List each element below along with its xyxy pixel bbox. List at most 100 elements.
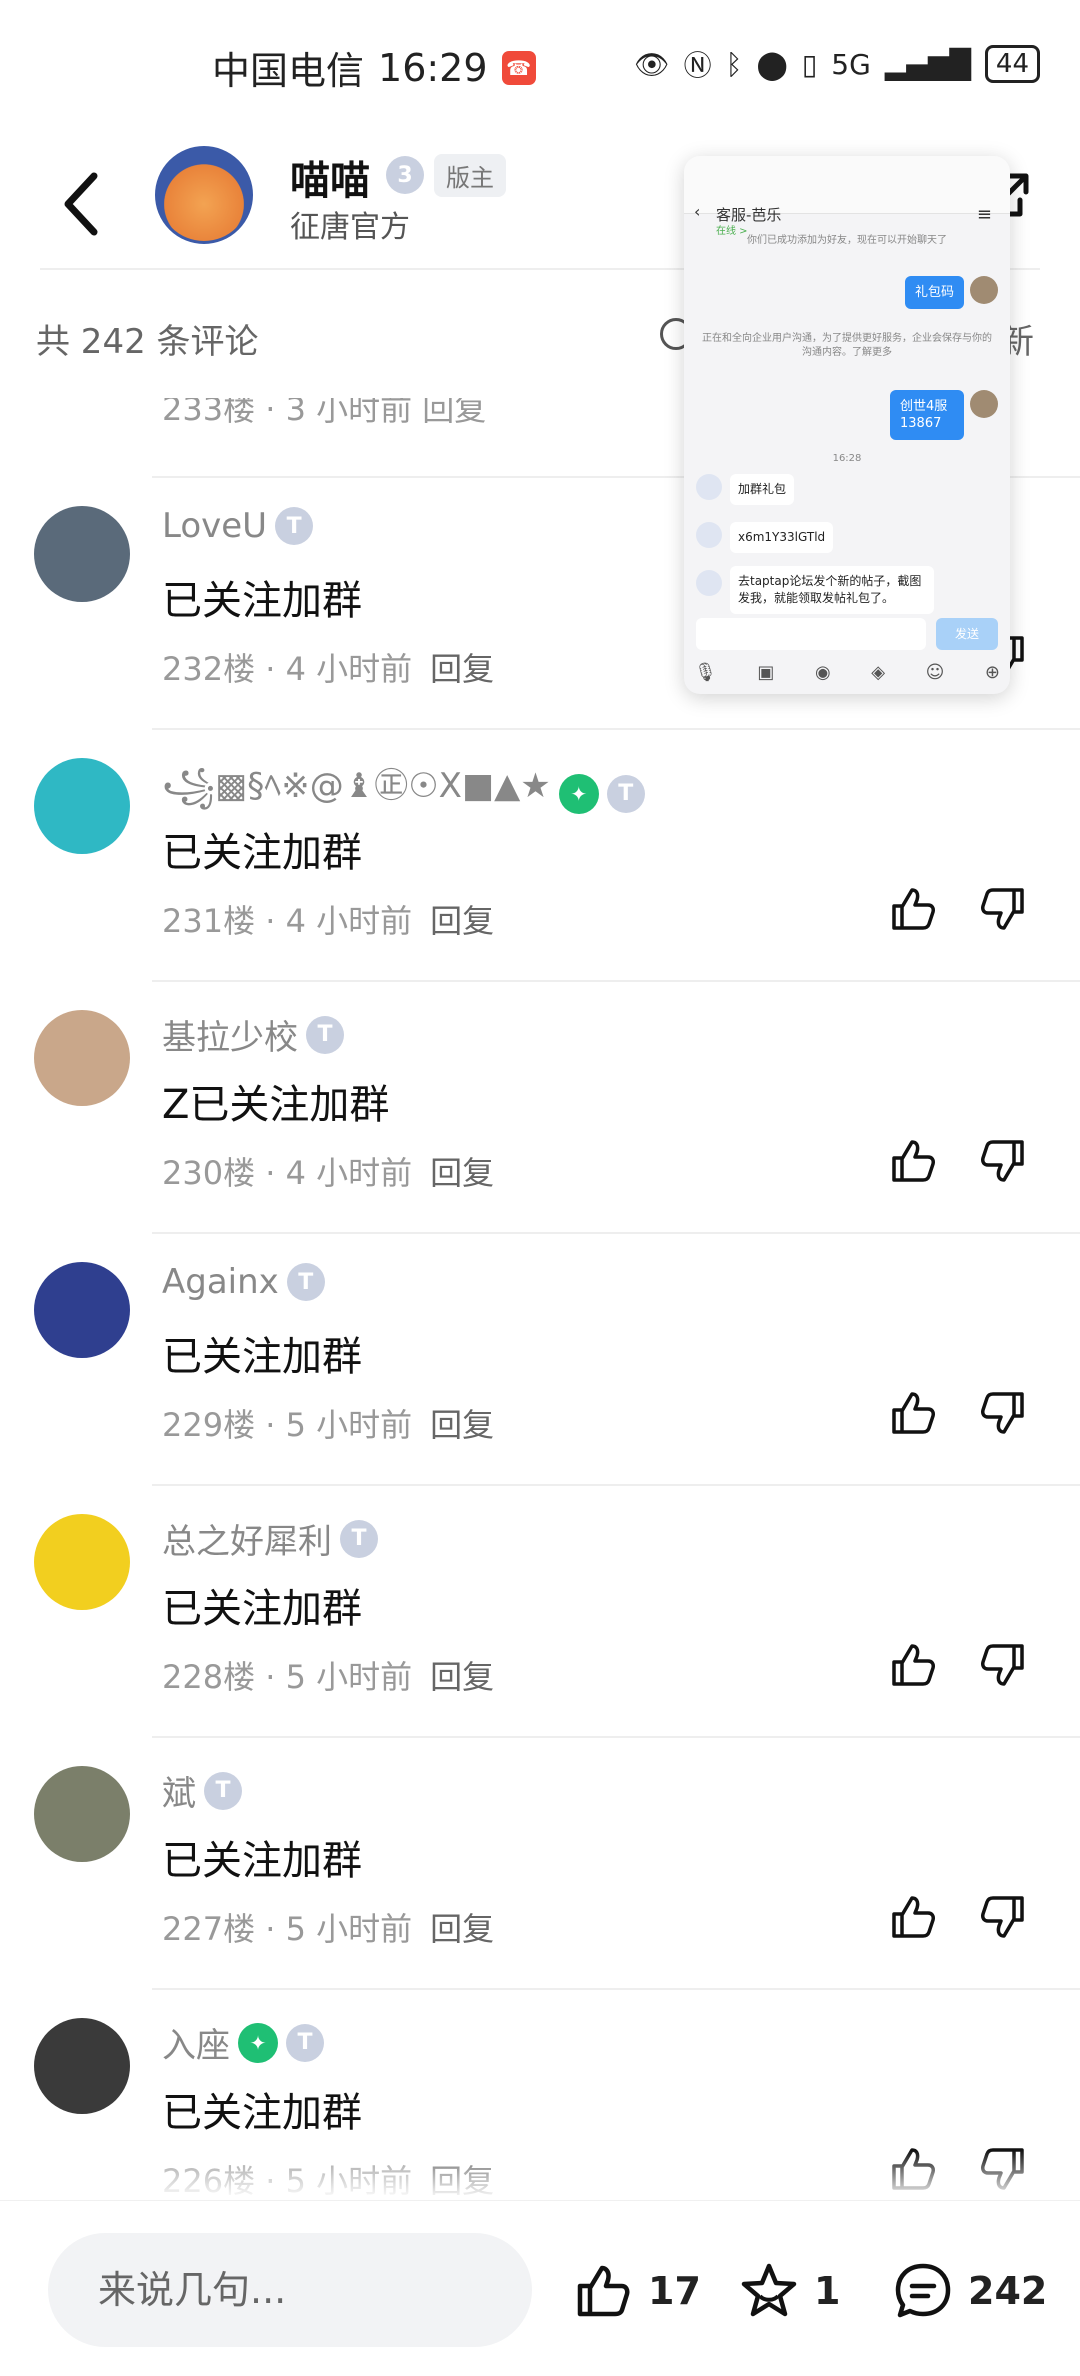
author-avatar[interactable] [155, 146, 253, 244]
commenter-name[interactable]: LoveU T [162, 506, 314, 546]
chat-input [696, 618, 926, 650]
comment-button[interactable]: 242 [892, 2261, 1047, 2321]
status-right: 👁 Ⓝ ᛒ ⬤ ▯ 5G ▂▄▆█ 44 [634, 44, 1040, 84]
comment-meta: 229楼 · 5 小时前 回复 [162, 1400, 494, 1446]
commenter-name-text: 斌 [162, 1774, 196, 1814]
comment-text: 已关注加群 [162, 1334, 362, 1380]
commenter-name[interactable]: 总之好犀利 T [162, 1514, 378, 1563]
thumbs-down-icon[interactable] [978, 1388, 1028, 1438]
robot-avatar[interactable] [34, 1262, 130, 1358]
chat-screenshot-overlay[interactable]: ‹ 客服-芭乐 在线 > ≡ 你们已成功添加为好友，现在可以开始聊天了 礼包码 … [684, 156, 1010, 694]
reply-button[interactable]: 回复 [430, 1910, 494, 1948]
floor-time: 231楼 · 4 小时前 [162, 902, 413, 940]
comment-item[interactable]: 斌 T 已关注加群 227楼 · 5 小时前 回复 [0, 1736, 1080, 1988]
comment-item[interactable]: 总之好犀利 T 已关注加群 228楼 · 5 小时前 回复 [0, 1484, 1080, 1736]
comment-text: 已关注加群 [162, 578, 362, 624]
chat-bubble-received: x6m1Y33lGTld [730, 522, 834, 553]
chat-self-avatar [970, 276, 998, 304]
call-in-progress-icon: ☎ [501, 50, 536, 85]
anime-girl-2023-avatar[interactable] [34, 758, 130, 854]
comment-meta: 230楼 · 4 小时前 回复 [162, 1148, 494, 1194]
commenter-name[interactable]: 入座 ✦ T [162, 2018, 324, 2067]
role-badge: 版主 [434, 154, 506, 197]
comment-item[interactable]: 基拉少校 T Z已关注加群 230楼 · 4 小时前 回复 [0, 980, 1080, 1232]
commenter-name[interactable]: 基拉少校 T [162, 1010, 344, 1059]
chat-bubble-sent: 礼包码 [904, 276, 964, 309]
comment-separator [152, 728, 1080, 730]
thumbs-down-icon[interactable] [978, 884, 1028, 934]
thumbs-down-icon[interactable] [978, 1136, 1028, 1186]
comment-text: 已关注加群 [162, 1838, 362, 1884]
redpacket-icon: ◈ [871, 662, 886, 683]
taptap-badge-icon: T [340, 1519, 378, 1558]
level-badge-icon: 3 [386, 156, 424, 194]
taptap-badge-icon: T [286, 1263, 325, 1301]
floor-time: 232楼 · 4 小时前 [162, 650, 413, 688]
vibrate-icon: ▯ [801, 47, 818, 81]
chat-back-icon: ‹ [694, 202, 701, 221]
comment-meta: 228楼 · 5 小时前 回复 [162, 1652, 494, 1698]
thumbs-up-icon[interactable] [888, 1388, 938, 1438]
bottom-action-bar: 来说几句... 17 1 242 [0, 2200, 1080, 2376]
commenter-name[interactable]: Againx T [162, 1262, 325, 1302]
author-name[interactable]: 喵喵 [290, 148, 370, 206]
like-button[interactable]: 17 [572, 2261, 701, 2321]
reply-button[interactable]: 回复 [430, 1658, 494, 1696]
chat-menu-icon: ≡ [976, 204, 992, 225]
reply-button[interactable]: 回复 [430, 650, 494, 688]
thumbs-up-icon [577, 2265, 630, 2317]
thumbs-down-icon[interactable] [978, 1640, 1028, 1690]
reply-button[interactable]: 回复 [430, 1406, 494, 1444]
comment-text: 已关注加群 [162, 1586, 362, 1632]
commenter-name-text: Againx [162, 1262, 279, 1302]
reply-button[interactable]: 回复 [430, 1154, 494, 1192]
commenter-name[interactable]: 斌T [162, 1766, 242, 1815]
commenter-name[interactable]: ꧁▩§ﾍ※@♝㊣☉X■▲★ ✦ T [162, 758, 645, 829]
plus-icon: ⊕ [984, 662, 1000, 683]
taptap-badge-icon: T [204, 1771, 242, 1810]
blue-bird-avatar[interactable] [34, 1514, 130, 1610]
like-count: 17 [648, 2269, 701, 2313]
comment-item[interactable]: ꧁▩§ﾍ※@♝㊣☉X■▲★ ✦ T 已关注加群 231楼 · 4 小时前 回复 [0, 728, 1080, 980]
chat-system-notice: 你们已成功添加为好友，现在可以开始聊天了 [747, 235, 947, 246]
thumbs-up-icon[interactable] [888, 884, 938, 934]
reply-button[interactable]: 回复 [430, 902, 494, 940]
back-arrow-icon[interactable] [52, 164, 112, 244]
comment-separator [152, 1484, 1080, 1486]
hand-fan-avatar[interactable] [34, 506, 130, 602]
star-icon [741, 2263, 797, 2317]
location-icon: ⬤ [756, 47, 788, 81]
comment-count-label: 共 242 条评论 [36, 322, 259, 362]
thumbs-up-icon[interactable] [888, 1892, 938, 1942]
mic-icon: 🎙 [694, 662, 717, 683]
verified-badge-icon: ✦ [238, 2022, 278, 2063]
chat-bubble-received: 加群礼包 [730, 474, 795, 505]
comment-count: 242 [968, 2269, 1048, 2313]
thumbs-down-icon[interactable] [978, 1892, 1028, 1942]
comment-input[interactable]: 来说几句... [48, 2233, 532, 2347]
commenter-name-text: 基拉少校 [162, 1018, 298, 1058]
ink-figure-avatar[interactable] [34, 2018, 130, 2114]
chat-toolbar: 🎙 ▣ ◉ ◈ ☺ ⊕ [694, 662, 1000, 683]
floor-time: 230楼 · 4 小时前 [162, 1154, 413, 1192]
chat-send-button: 发送 [936, 618, 998, 650]
taptap-badge-icon: T [306, 1015, 344, 1054]
image-icon: ▣ [757, 662, 775, 683]
partial-comment-meta: 233楼 · 3 小时前 回复 [162, 398, 487, 428]
cat-avatar[interactable] [34, 1766, 130, 1862]
clock: 16:29 [378, 45, 488, 90]
bluetooth-icon: ᛒ [725, 47, 743, 81]
thumbs-up-icon[interactable] [888, 1136, 938, 1186]
comment-item[interactable]: Againx T 已关注加群 229楼 · 5 小时前 回复 [0, 1232, 1080, 1484]
thumbs-up-icon[interactable] [888, 1640, 938, 1690]
commenter-name-text: ꧁▩§ﾍ※@♝㊣☉X■▲★ [162, 766, 551, 806]
status-bar: 中国电信 16:29 ☎ 👁 Ⓝ ᛒ ⬤ ▯ 5G ▂▄▆█ 44 [0, 0, 1080, 140]
list-fade [0, 2150, 1080, 2200]
taptap-badge-icon: T [606, 774, 645, 813]
anime-gunner-avatar[interactable] [34, 1010, 130, 1106]
comment-text: Z已关注加群 [162, 1082, 390, 1128]
chat-agent-avatar [696, 570, 722, 596]
favorite-button[interactable]: 1 [738, 2261, 840, 2321]
chat-self-avatar [970, 390, 998, 418]
network-label: 5G [831, 47, 871, 81]
